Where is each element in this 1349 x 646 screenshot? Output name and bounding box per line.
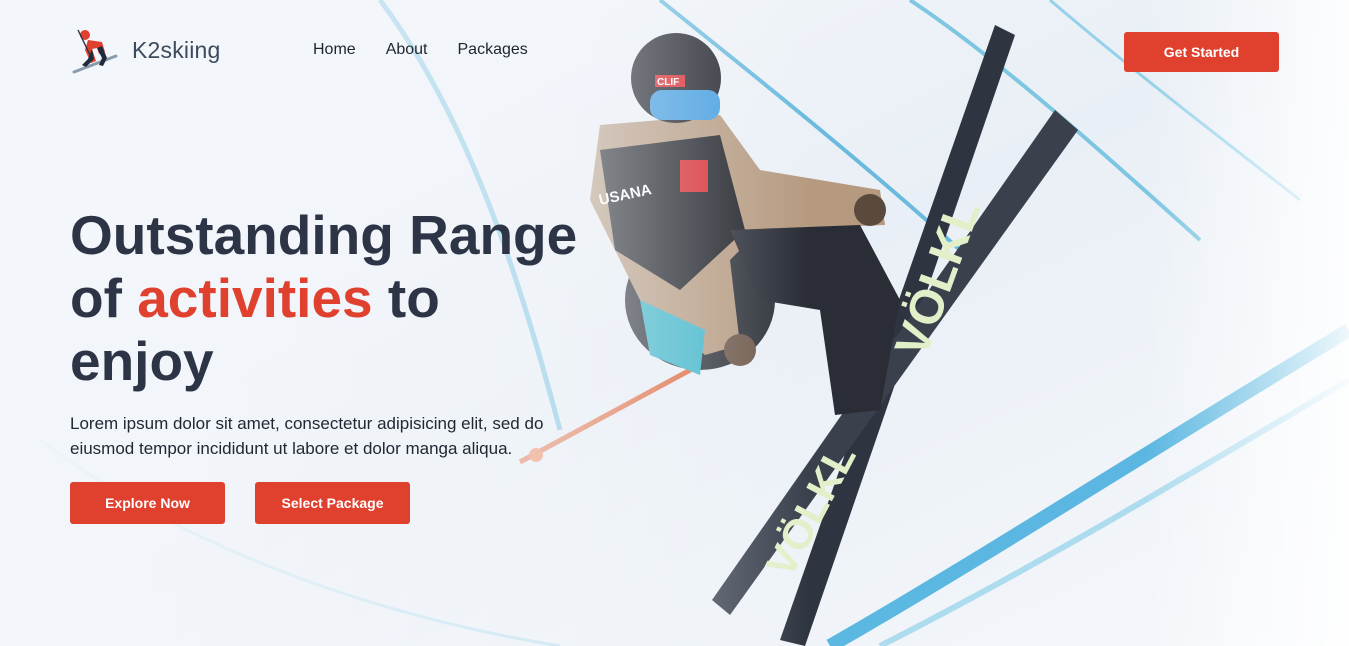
hero-description: Lorem ipsum dolor sit amet, consectetur … — [70, 414, 544, 458]
get-started-button[interactable]: Get Started — [1124, 32, 1279, 72]
nav-link-about[interactable]: About — [386, 41, 428, 59]
skier-logo-icon — [72, 29, 118, 74]
logo[interactable]: K2skiing — [70, 24, 221, 76]
hero-section: VÖLKL VÖLKL USANA CLIF — [0, 0, 1349, 646]
hero-title-line1: Outstanding Range — [70, 204, 578, 266]
hero-title-of: of — [70, 267, 138, 329]
hero-title-accent: activities — [137, 267, 373, 329]
hero-title-to: to — [372, 267, 440, 329]
hero-title: Outstanding Range of activities to enjoy — [70, 204, 630, 393]
hero-title-line3: enjoy — [70, 330, 214, 392]
nav-link-home[interactable]: Home — [313, 41, 356, 59]
nav-links: Home About Packages — [313, 41, 528, 59]
hero-content: Outstanding Range of activities to enjoy… — [70, 204, 630, 461]
nav-link-packages[interactable]: Packages — [458, 41, 528, 59]
explore-now-button[interactable]: Explore Now — [70, 482, 225, 524]
select-package-button[interactable]: Select Package — [255, 482, 410, 524]
hero-buttons: Explore Now Select Package — [70, 482, 410, 524]
navbar: K2skiing Home About Packages Get Started — [0, 0, 1349, 104]
logo-text: K2skiing — [132, 36, 221, 63]
